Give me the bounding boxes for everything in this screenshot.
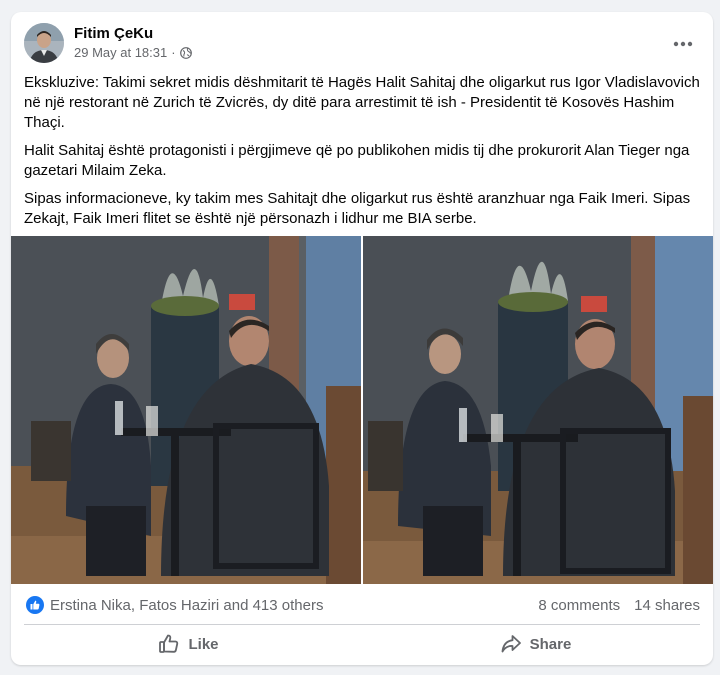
like-reaction-icon[interactable] xyxy=(26,596,44,614)
thumbs-up-icon xyxy=(159,634,179,653)
comments-count[interactable]: 8 comments xyxy=(538,597,620,614)
more-options-icon[interactable] xyxy=(665,26,701,62)
post-photo-right[interactable] xyxy=(363,236,713,584)
meta-separator: · xyxy=(171,45,176,60)
post-text: Ekskluzive: Takimi sekret midis dëshmita… xyxy=(24,73,702,237)
post-timestamp[interactable]: 29 May at 18:31 xyxy=(74,45,167,60)
author-name[interactable]: Fitim ÇeKu xyxy=(74,25,153,42)
engagement-bar: Erstina Nika, Fatos Haziri and 413 other… xyxy=(11,594,713,618)
post-header: Fitim ÇeKu 29 May at 18:31 · xyxy=(11,12,713,72)
author-avatar[interactable] xyxy=(24,23,64,63)
reaction-names[interactable]: Erstina Nika, Fatos Haziri and 413 other… xyxy=(50,597,323,614)
shares-count[interactable]: 14 shares xyxy=(634,597,700,614)
post-paragraph: Ekskluzive: Takimi sekret midis dëshmita… xyxy=(24,74,700,131)
avatar-image xyxy=(24,23,64,63)
post-photos xyxy=(11,236,713,584)
share-icon xyxy=(501,635,521,653)
share-button[interactable]: Share xyxy=(362,627,709,661)
actions-divider xyxy=(24,624,700,625)
globe-icon xyxy=(179,46,192,59)
post-paragraph: Halit Sahitaj është protagonisti i përgj… xyxy=(24,142,690,179)
like-button[interactable]: Like xyxy=(15,627,362,661)
like-label: Like xyxy=(188,635,219,653)
post-paragraph: Sipas informacioneve, ky takim mes Sahit… xyxy=(24,190,691,227)
engagement-counts: 8 comments 14 shares xyxy=(538,597,700,614)
post-actions: Like Share xyxy=(11,627,713,661)
post-meta: 29 May at 18:31 · xyxy=(74,45,192,60)
post-card: Fitim ÇeKu 29 May at 18:31 · Ekskluzive: xyxy=(11,12,713,665)
share-label: Share xyxy=(529,635,572,653)
post-photo-left[interactable] xyxy=(11,236,361,584)
